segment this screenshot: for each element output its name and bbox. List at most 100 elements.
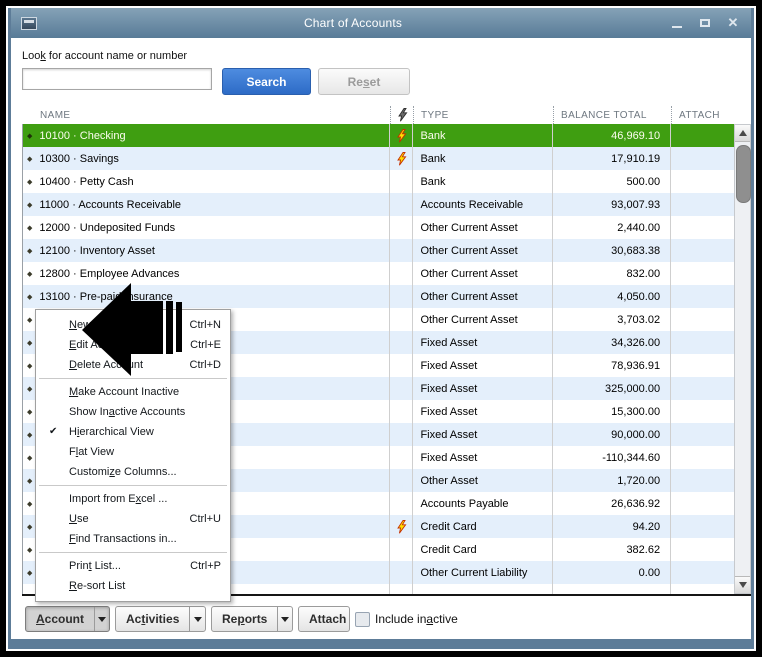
attach-cell (671, 561, 734, 584)
column-header-ATTACH[interactable]: ATTACH (671, 106, 734, 124)
diamond-bullet-icon: ◆ (27, 339, 33, 347)
dropdown-arrow-icon[interactable] (189, 607, 205, 631)
reports-button[interactable]: Re p orts (211, 606, 293, 632)
balance-total-cell: 500.00 (553, 170, 672, 193)
diamond-bullet-icon: ◆ (27, 385, 33, 393)
account-type-cell: Fixed Asset (413, 354, 554, 377)
menu-item-import-from-excel[interactable]: Import from Excel ... (36, 489, 230, 509)
account-name-cell: ◆ 12000 · Undeposited Funds (23, 216, 391, 239)
menu-item-label: Import from Excel ... (69, 493, 168, 505)
account-type-cell: Fixed Asset (413, 446, 554, 469)
flash-cell (390, 170, 414, 193)
vertical-scrollbar[interactable] (734, 124, 751, 594)
button-label: Account (36, 612, 85, 626)
flash-cell (390, 308, 414, 331)
account-name-cell: ◆ 13100 · Pre-paid Insurance (23, 285, 391, 308)
account-name-cell: ◆ 11000 · Accounts Receivable (23, 193, 391, 216)
dropdown-arrow-icon[interactable] (94, 607, 109, 631)
menu-item-label: Hierarchical View (69, 426, 154, 438)
scroll-down-button[interactable] (735, 576, 750, 593)
attach-cell (671, 515, 734, 538)
menu-item-label: Delete Account (69, 359, 144, 371)
table-row[interactable]: ◆ 10300 · Savings Bank 17,910.19 (23, 147, 734, 170)
menu-item-make-account-inactive[interactable]: Make Account Inactive (36, 382, 230, 402)
bottom-toolbar: Account Ac t ivities Re p orts Attach Include in… (11, 606, 751, 636)
account-context-menu: New Ctrl+N Edit Account Ctrl+E Delete Accoun… (35, 309, 231, 602)
table-row[interactable]: ◆ 10100 · Checking Bank 46,969.10 (23, 124, 734, 147)
account-name-cell: ◆ 12100 · Inventory Asset (23, 239, 391, 262)
flash-cell (390, 538, 414, 561)
column-header-BALANCE TOTAL[interactable]: BALANCE TOTAL (553, 106, 671, 124)
menu-item-show-inactive-accounts[interactable]: Show Inactive Accounts (36, 402, 230, 422)
attach-cell (671, 285, 734, 308)
scrollbar-thumb[interactable] (736, 145, 751, 203)
account-type-cell: Other Current Asset (413, 216, 554, 239)
diamond-bullet-icon: ◆ (27, 270, 33, 278)
attach-cell (671, 538, 734, 561)
minimize-icon[interactable] (669, 16, 685, 30)
attach-cell (671, 469, 734, 492)
scroll-down-icon (738, 582, 747, 588)
search-button[interactable]: Search (222, 68, 311, 95)
menu-item-label: Show Inactive Accounts (69, 406, 186, 418)
table-row[interactable]: ◆ 10400 · Petty Cash Bank 500.00 (23, 170, 734, 193)
diamond-bullet-icon: ◆ (27, 178, 33, 186)
attach-cell (671, 354, 734, 377)
menu-item-customize-columns[interactable]: Customize Columns... (36, 462, 230, 482)
window-title: Chart of Accounts (303, 16, 403, 30)
column-header-NAME[interactable]: NAME (22, 106, 390, 124)
empty-cell (390, 584, 414, 594)
menu-item-use[interactable]: Use Ctrl+U (36, 509, 230, 529)
menu-item-find-transactions-in[interactable]: Find Transactions in... (36, 529, 230, 549)
activities-button[interactable]: Ac t ivities (115, 606, 206, 632)
account-type-cell: Fixed Asset (413, 423, 554, 446)
menu-item-print-list[interactable]: Print List... Ctrl+P (36, 556, 230, 576)
table-row[interactable]: ◆ 11000 · Accounts Receivable Accounts Rec… (23, 193, 734, 216)
menu-item-hierarchical-view[interactable]: ✔ Hierarchical View (36, 422, 230, 442)
table-row[interactable]: ◆ 13100 · Pre-paid Insurance Other Current… (23, 285, 734, 308)
account-type-cell: Fixed Asset (413, 377, 554, 400)
menu-item-re-sort-list[interactable]: Re-sort List (36, 576, 230, 596)
reset-button[interactable]: Re s et (318, 68, 410, 95)
account-button[interactable]: Account (25, 606, 110, 632)
diamond-bullet-icon: ◆ (27, 247, 33, 255)
close-icon[interactable]: ✕ (725, 15, 741, 30)
window-system-icon[interactable] (21, 16, 37, 30)
column-header-TYPE[interactable]: TYPE (413, 106, 553, 124)
menu-item-delete-account[interactable]: Delete Account Ctrl+D (36, 355, 230, 375)
account-type-cell: Other Current Liability (413, 561, 554, 584)
table-row[interactable]: ◆ 12000 · Undeposited Funds Other Current … (23, 216, 734, 239)
balance-total-cell: 90,000.00 (553, 423, 672, 446)
scroll-up-icon (738, 130, 747, 136)
menu-item-label: Make Account Inactive (69, 386, 180, 398)
dropdown-arrow-icon[interactable] (277, 607, 292, 631)
menu-separator (39, 378, 227, 379)
menu-item-flat-view[interactable]: Flat View (36, 442, 230, 462)
diamond-bullet-icon: ◆ (27, 362, 33, 370)
table-row[interactable]: ◆ 12100 · Inventory Asset Other Current As… (23, 239, 734, 262)
balance-total-cell: 34,326.00 (553, 331, 672, 354)
balance-total-cell: -110,344.60 (553, 446, 672, 469)
menu-shortcut: Ctrl+U (189, 513, 221, 525)
account-type-cell: Other Current Asset (413, 285, 554, 308)
account-type-cell: Accounts Receivable (413, 193, 554, 216)
menu-item-label: Print List... (69, 560, 121, 572)
flash-cell (390, 492, 414, 515)
search-input[interactable] (22, 68, 212, 90)
attach-button[interactable]: Attach (298, 606, 350, 632)
balance-total-cell: 832.00 (553, 262, 672, 285)
account-type-cell: Other Current Asset (413, 239, 554, 262)
attach-cell (671, 239, 734, 262)
table-row[interactable]: ◆ 12800 · Employee Advances Other Current … (23, 262, 734, 285)
column-header-flash[interactable] (390, 106, 413, 124)
diamond-bullet-icon: ◆ (27, 316, 33, 324)
menu-item-label: Re-sort List (69, 580, 126, 592)
maximize-icon[interactable] (697, 16, 713, 30)
menu-item-label: Customize Columns... (69, 466, 177, 478)
account-type-cell: Credit Card (413, 515, 554, 538)
menu-item-edit-account[interactable]: Edit Account Ctrl+E (36, 335, 230, 355)
scroll-up-button[interactable] (735, 125, 750, 142)
flash-cell (390, 147, 414, 170)
menu-item-new[interactable]: New Ctrl+N (36, 315, 230, 335)
include-inactive-checkbox[interactable] (355, 612, 370, 627)
